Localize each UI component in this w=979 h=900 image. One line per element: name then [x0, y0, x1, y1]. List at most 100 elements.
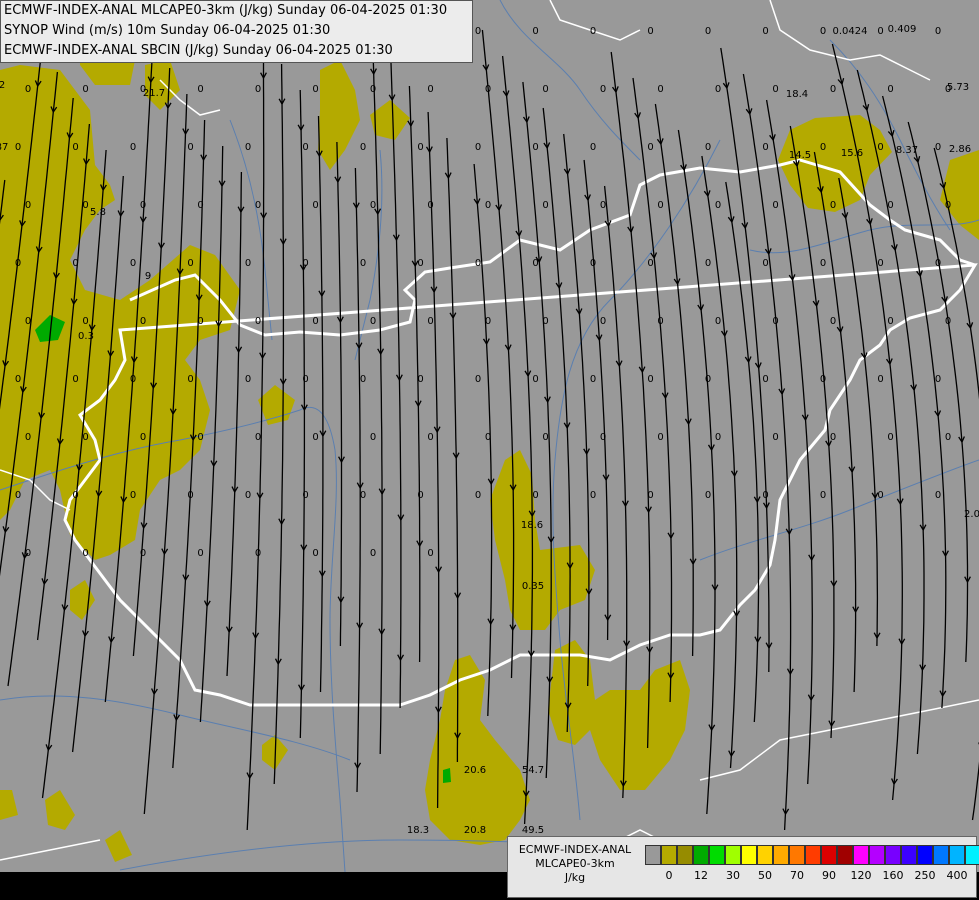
title-mlcape: ECMWF-INDEX-ANAL MLCAPE0-3km (J/kg) Sund…: [4, 3, 448, 18]
sbcin-label: 0: [427, 432, 433, 443]
sbcin-label: 18.3: [407, 825, 429, 836]
sbcin-label: 0: [130, 374, 136, 385]
sbcin-label: 0: [475, 142, 481, 153]
sbcin-label: 0: [312, 200, 318, 211]
sbcin-label: 0: [312, 84, 318, 95]
legend-ticks: 0 12 30 50 70 90 120 160 250 400: [645, 869, 975, 885]
sbcin-label: 0: [600, 84, 606, 95]
sbcin-label: 18.4: [786, 89, 808, 100]
sbcin-label: 0: [715, 84, 721, 95]
sbcin-label: 0.35: [522, 581, 544, 592]
legend-tick-label: 250: [914, 869, 936, 882]
sbcin-label: 0: [25, 200, 31, 211]
sbcin-label: 0: [820, 26, 826, 37]
sbcin-label: 0: [590, 26, 596, 37]
sbcin-label: 0: [312, 316, 318, 327]
sbcin-label: 0: [715, 432, 721, 443]
sbcin-label: 0: [647, 142, 653, 153]
legend-swatch: [885, 845, 901, 865]
sbcin-label: 0: [542, 84, 548, 95]
sbcin-label: 0: [197, 432, 203, 443]
sbcin-label: 0: [197, 548, 203, 559]
sbcin-label: 0: [657, 200, 663, 211]
sbcin-label: 0: [417, 374, 423, 385]
sbcin-label: 0: [72, 258, 78, 269]
sbcin-label: 0: [130, 490, 136, 501]
legend-swatch: [661, 845, 677, 865]
sbcin-label: 0: [542, 432, 548, 443]
sbcin-label: 0: [15, 490, 21, 501]
sbcin-label: 0: [762, 374, 768, 385]
title-wind: SYNOP Wind (m/s) 10m Sunday 06-04-2025 0…: [4, 23, 331, 38]
sbcin-label: 0: [140, 432, 146, 443]
sbcin-label: 0: [370, 84, 376, 95]
sbcin-label: 0: [762, 26, 768, 37]
legend-tick-label: 30: [726, 869, 740, 882]
sbcin-label: 0: [647, 374, 653, 385]
sbcin-label: 0: [15, 142, 21, 153]
sbcin-label: 8.37: [896, 145, 918, 156]
sbcin-label: 0: [360, 490, 366, 501]
sbcin-label: 0: [935, 490, 941, 501]
legend-swatch: [709, 845, 725, 865]
sbcin-label: 0: [830, 432, 836, 443]
sbcin-label: 0: [935, 142, 941, 153]
sbcin-label: 2: [0, 80, 5, 91]
sbcin-label: 0: [647, 258, 653, 269]
sbcin-label: 0: [772, 200, 778, 211]
sbcin-label: 0: [877, 490, 883, 501]
sbcin-label: 0: [705, 26, 711, 37]
sbcin-label: 0: [140, 548, 146, 559]
sbcin-label: 0: [877, 142, 883, 153]
legend-tick-label: 160: [882, 869, 904, 882]
legend-swatch: [917, 845, 933, 865]
sbcin-label: 0: [15, 374, 21, 385]
legend-swatch: [805, 845, 821, 865]
sbcin-label: 0: [542, 316, 548, 327]
legend-tick-label: 0: [665, 869, 673, 882]
sbcin-label: 0: [887, 84, 893, 95]
sbcin-label: 0: [475, 490, 481, 501]
sbcin-label: 0: [532, 258, 538, 269]
sbcin-label: 0.0424: [833, 26, 868, 37]
legend-swatch: [773, 845, 789, 865]
sbcin-label: 0: [532, 374, 538, 385]
sbcin-label: 0: [197, 316, 203, 327]
legend-swatch: [853, 845, 869, 865]
legend-line1: ECMWF-INDEX-ANAL: [518, 843, 632, 856]
sbcin-label: 0: [15, 258, 21, 269]
sbcin-label: 15.6: [841, 148, 863, 159]
sbcin-label: 0.3: [78, 331, 94, 342]
sbcin-label: 0: [312, 548, 318, 559]
sbcin-label: 0: [887, 432, 893, 443]
sbcin-label: 0: [427, 316, 433, 327]
sbcin-label: 0: [245, 142, 251, 153]
legend-swatch: [869, 845, 885, 865]
sbcin-label: 0: [772, 84, 778, 95]
sbcin-label: 0: [877, 26, 883, 37]
sbcin-label: 0: [302, 258, 308, 269]
color-legend: ECMWF-INDEX-ANAL MLCAPE0-3km J/kg 0 12 30 5…: [507, 836, 979, 898]
title-sbcin: ECMWF-INDEX-ANAL SBCIN (J/kg) Sunday 06-…: [4, 43, 393, 58]
sbcin-label: 0: [820, 258, 826, 269]
legend-tick-label: 12: [694, 869, 708, 882]
sbcin-label: 0: [417, 142, 423, 153]
sbcin-label: 0: [427, 548, 433, 559]
sbcin-label: 18.6: [521, 520, 543, 531]
sbcin-label: 0: [542, 200, 548, 211]
sbcin-label: 0: [820, 374, 826, 385]
legend-swatch: [789, 845, 805, 865]
cape-high-south: [443, 768, 451, 783]
sbcin-label: 0: [475, 374, 481, 385]
legend-swatch: [693, 845, 709, 865]
sbcin-label: 87: [0, 142, 8, 153]
sbcin-label: 0: [772, 432, 778, 443]
sbcin-label: 0: [935, 258, 941, 269]
sbcin-label: 0: [705, 258, 711, 269]
sbcin-label: 0: [417, 258, 423, 269]
sbcin-label: 0: [197, 84, 203, 95]
legend-swatch: [741, 845, 757, 865]
sbcin-label: 0: [475, 26, 481, 37]
sbcin-label: 0: [187, 490, 193, 501]
sbcin-label: 0: [887, 316, 893, 327]
